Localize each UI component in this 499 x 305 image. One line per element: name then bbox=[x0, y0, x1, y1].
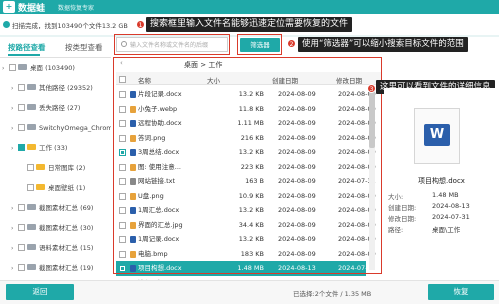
preview-modified-label: 修改日期: bbox=[388, 215, 417, 223]
tree-item-label: 桌面壁纸 (1) bbox=[48, 184, 86, 192]
folder-icon bbox=[36, 184, 45, 190]
callout-1-number: 1 bbox=[136, 20, 145, 29]
search-highlight-frame bbox=[114, 34, 230, 55]
tab-type-view[interactable]: 按类型查看 bbox=[65, 42, 103, 53]
tree-checkbox[interactable] bbox=[18, 143, 25, 151]
scan-status-text: 扫描完成，找到103490个文件13.2 GB bbox=[12, 22, 128, 30]
tree-item[interactable]: 日常图库 (2) bbox=[20, 158, 111, 178]
word-document-icon: W bbox=[424, 124, 450, 146]
tree-item-label: 其他路径 (29352) bbox=[39, 84, 93, 92]
tree-item-label: 日常图库 (2) bbox=[48, 164, 86, 172]
folder-icon bbox=[27, 244, 36, 250]
preview-modified-value: 2024-07-31 bbox=[432, 213, 470, 221]
folder-icon bbox=[27, 124, 36, 130]
preview-path-value: 桌面\工作 bbox=[432, 226, 461, 234]
tree-item-label: 截图素材汇总 (30) bbox=[39, 224, 94, 232]
tree-item[interactable]: › 丢失路径 (27) bbox=[11, 98, 111, 118]
folder-icon bbox=[27, 204, 36, 210]
expand-chevron-icon[interactable]: › bbox=[2, 59, 9, 78]
tree-checkbox[interactable] bbox=[18, 123, 25, 131]
preview-path-label: 路径: bbox=[388, 226, 404, 234]
expand-chevron-icon[interactable]: › bbox=[11, 99, 18, 118]
tree-checkbox[interactable] bbox=[18, 263, 25, 271]
expand-chevron-icon[interactable]: › bbox=[11, 239, 18, 258]
file-list-highlight-frame bbox=[113, 57, 382, 274]
tree-item[interactable]: › 截图素材汇总 (19) bbox=[11, 258, 111, 278]
tree-item-label: 桌面 (103490) bbox=[30, 64, 75, 72]
tree-item-label: 截图素材汇总 (69) bbox=[39, 204, 94, 212]
tree-item-label: 截图素材汇总 (19) bbox=[39, 264, 94, 272]
app-tagline: 数据恢复专家 bbox=[58, 5, 95, 12]
tree-item[interactable]: › 工作 (33) bbox=[11, 138, 111, 158]
folder-icon bbox=[27, 104, 36, 110]
preview-created-label: 创建日期: bbox=[388, 204, 417, 212]
recover-button[interactable]: 恢复 bbox=[428, 284, 494, 300]
app-name: 数据蛙 bbox=[18, 4, 46, 14]
tree-item[interactable]: 桌面壁纸 (1) bbox=[20, 178, 111, 198]
scan-complete-icon bbox=[3, 21, 10, 28]
tree-item[interactable]: › 桌面 (103490) bbox=[2, 58, 111, 78]
tree-checkbox[interactable] bbox=[18, 243, 25, 251]
tab-path-view[interactable]: 按路径查看 bbox=[8, 42, 46, 53]
folder-icon bbox=[27, 264, 36, 270]
preview-created-value: 2024-08-13 bbox=[432, 202, 470, 210]
tree-item-label: 工作 (33) bbox=[39, 144, 68, 152]
tree-item[interactable]: › SwitchyOmega_Chromium bbox=[11, 118, 111, 138]
tree-item[interactable]: › 其他路径 (29352) bbox=[11, 78, 111, 98]
expand-chevron-icon[interactable]: › bbox=[11, 199, 18, 218]
folder-icon bbox=[27, 144, 36, 150]
tree-item[interactable]: › 截图素材汇总 (69) bbox=[11, 198, 111, 218]
preview-file-name: 项目构想.docx bbox=[418, 177, 465, 185]
tree-checkbox[interactable] bbox=[27, 163, 34, 171]
callout-2-text: 使用“筛选器”可以缩小搜索目标文件的范围 bbox=[298, 37, 468, 52]
app-logo-icon: + bbox=[3, 1, 15, 13]
tree-checkbox[interactable] bbox=[18, 103, 25, 111]
expand-chevron-icon[interactable]: › bbox=[11, 119, 18, 138]
callout-1-text: 搜索框里输入文件名能够迅速定位需要恢复的文件 bbox=[146, 17, 353, 32]
tree-checkbox[interactable] bbox=[27, 183, 34, 191]
selection-status: 已选择:2个文件 / 1.35 MB bbox=[293, 290, 372, 298]
folder-icon bbox=[27, 84, 36, 90]
tree-item-label: 丢失路径 (27) bbox=[39, 104, 81, 112]
folder-tree: › 桌面 (103490) › 其他路径 (29352) › 丢失路径 (27) › Swit… bbox=[0, 58, 111, 280]
tree-checkbox[interactable] bbox=[9, 63, 16, 71]
expand-chevron-icon[interactable]: › bbox=[11, 79, 18, 98]
expand-chevron-icon[interactable]: › bbox=[11, 139, 18, 158]
folder-icon bbox=[36, 164, 45, 170]
callout-3-number: 3 bbox=[367, 84, 376, 93]
footer-bar bbox=[0, 280, 499, 304]
tree-item[interactable]: › 截图素材汇总 (30) bbox=[11, 218, 111, 238]
tree-item-label: 语料素材汇总 (15) bbox=[39, 244, 94, 252]
active-tab-indicator bbox=[8, 54, 40, 56]
back-button[interactable]: 返回 bbox=[6, 284, 74, 300]
preview-size-value: 1.48 MB bbox=[432, 191, 459, 199]
tree-checkbox[interactable] bbox=[18, 83, 25, 91]
filter-highlight-frame bbox=[237, 34, 282, 55]
tree-checkbox[interactable] bbox=[18, 203, 25, 211]
tree-checkbox[interactable] bbox=[18, 223, 25, 231]
tree-item[interactable]: › 语料素材汇总 (15) bbox=[11, 238, 111, 258]
tree-item-label: SwitchyOmega_Chromium bbox=[39, 124, 111, 132]
callout-2-number: 2 bbox=[287, 39, 296, 48]
folder-icon bbox=[18, 64, 27, 70]
folder-icon bbox=[27, 224, 36, 230]
preview-size-label: 大小: bbox=[388, 193, 404, 201]
expand-chevron-icon[interactable]: › bbox=[11, 259, 18, 278]
expand-chevron-icon[interactable]: › bbox=[11, 219, 18, 238]
